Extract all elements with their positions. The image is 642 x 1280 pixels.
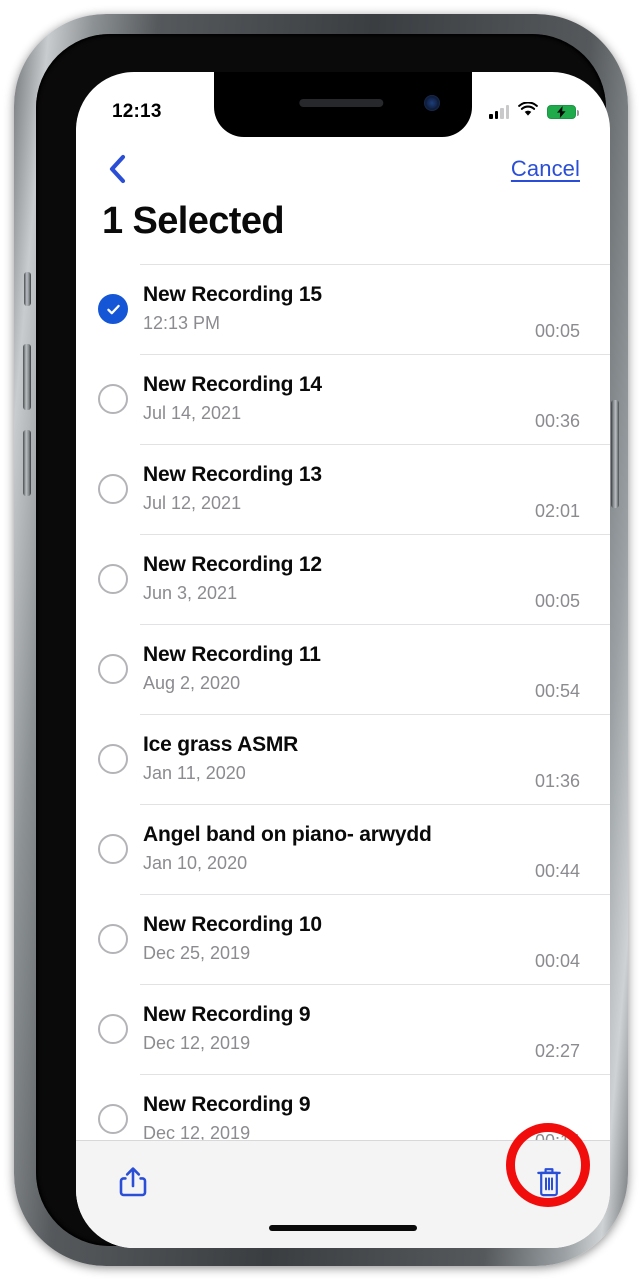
trash-icon	[537, 1168, 561, 1197]
list-item-title: New Recording 9	[143, 1003, 311, 1027]
list-item-title: New Recording 9	[143, 1093, 311, 1117]
list-item-date: Jul 12, 2021	[143, 492, 242, 513]
cellular-signal-icon	[489, 104, 509, 119]
share-icon	[119, 1167, 147, 1197]
back-button[interactable]	[100, 152, 134, 186]
list-item[interactable]: New Recording 11 Aug 2, 2020 00:54	[76, 624, 610, 714]
list-item-text: New Recording 9 Dec 12, 2019	[143, 1092, 525, 1146]
list-item-text: New Recording 14 Jul 14, 2021	[143, 372, 525, 426]
list-item[interactable]: New Recording 13 Jul 12, 2021 02:01	[76, 444, 610, 534]
checkbox-unchecked-icon[interactable]	[98, 384, 128, 414]
checkbox-unchecked-icon[interactable]	[98, 1014, 128, 1044]
list-item[interactable]: Angel band on piano- arwydd Jan 10, 2020 0…	[76, 804, 610, 894]
list-item-duration: 00:44	[534, 861, 580, 881]
list-item-date: Jan 11, 2020	[143, 762, 246, 783]
list-item-date: Dec 25, 2019	[143, 942, 251, 963]
list-item-title: New Recording 11	[143, 643, 321, 667]
list-item-duration: 01:36	[534, 771, 580, 791]
list-item-text: New Recording 9 Dec 12, 2019	[143, 1002, 525, 1056]
cancel-button[interactable]: Cancel	[511, 156, 580, 182]
volume-up-button[interactable]	[23, 344, 31, 410]
list-item-date: 12:13 PM	[143, 312, 221, 333]
chevron-left-icon	[109, 154, 126, 184]
navigation-bar: Cancel	[76, 138, 610, 200]
list-item-duration: 02:01	[534, 501, 580, 521]
list-item-text: New Recording 11 Aug 2, 2020	[143, 642, 525, 696]
list-item-duration: 00:04	[534, 951, 580, 971]
list-item-date: Dec 12, 2019	[143, 1032, 251, 1053]
list-item-title: New Recording 10	[143, 913, 322, 937]
checkbox-checked-icon[interactable]	[98, 294, 128, 324]
volume-down-button[interactable]	[23, 430, 31, 496]
checkbox-unchecked-icon[interactable]	[98, 744, 128, 774]
list-item[interactable]: New Recording 10 Dec 25, 2019 00:04	[76, 894, 610, 984]
checkbox-unchecked-icon[interactable]	[98, 1104, 128, 1134]
list-item-date: Aug 2, 2020	[143, 672, 241, 693]
list-item[interactable]: Ice grass ASMR Jan 11, 2020 01:36	[76, 714, 610, 804]
list-item-text: Ice grass ASMR Jan 11, 2020	[143, 732, 525, 786]
page-title: 1 Selected	[102, 200, 285, 242]
list-item-text: New Recording 15 12:13 PM	[143, 282, 525, 336]
list-item-date: Jan 10, 2020	[143, 852, 248, 873]
front-camera-icon	[424, 95, 440, 111]
status-time: 12:13	[112, 101, 162, 122]
list-item-title: Ice grass ASMR	[143, 733, 299, 757]
battery-charging-icon	[547, 105, 579, 119]
checkbox-unchecked-icon[interactable]	[98, 564, 128, 594]
power-button[interactable]	[611, 400, 619, 508]
list-item[interactable]: New Recording 15 12:13 PM 00:05	[76, 264, 610, 354]
home-indicator[interactable]	[269, 1225, 417, 1231]
mute-switch-button[interactable]	[24, 272, 31, 306]
share-button[interactable]	[110, 1159, 156, 1205]
list-item-title: New Recording 14	[143, 373, 322, 397]
list-item-duration: 00:54	[534, 681, 580, 701]
list-item-duration: 02:27	[534, 1041, 580, 1061]
status-indicators	[489, 101, 579, 122]
list-item-title: Angel band on piano- arwydd	[143, 823, 432, 847]
list-item[interactable]: New Recording 9 Dec 12, 2019 02:27	[76, 984, 610, 1074]
list-item-text: Angel band on piano- arwydd Jan 10, 2020	[143, 822, 525, 876]
list-item-duration: 00:05	[534, 321, 580, 341]
list-item-duration: 00:05	[534, 591, 580, 611]
list-item-date: Jun 3, 2021	[143, 582, 238, 603]
checkbox-unchecked-icon[interactable]	[98, 834, 128, 864]
notch	[214, 72, 472, 137]
list-item[interactable]: New Recording 12 Jun 3, 2021 00:05	[76, 534, 610, 624]
checkbox-unchecked-icon[interactable]	[98, 924, 128, 954]
device-frame: 12:13 Cancel 1 Selected New Recording 15…	[14, 14, 628, 1266]
list-item-text: New Recording 13 Jul 12, 2021	[143, 462, 525, 516]
bottom-toolbar	[76, 1123, 610, 1248]
earpiece-speaker	[299, 99, 384, 107]
list-item[interactable]: New Recording 14 Jul 14, 2021 00:36	[76, 354, 610, 444]
wifi-icon	[518, 101, 538, 122]
delete-button[interactable]	[526, 1159, 572, 1205]
list-item-title: New Recording 13	[143, 463, 322, 487]
list-item-duration: 00:36	[534, 411, 580, 431]
checkbox-unchecked-icon[interactable]	[98, 654, 128, 684]
checkmark-icon	[106, 304, 120, 314]
list-item-title: New Recording 12	[143, 553, 322, 577]
list-item-text: New Recording 10 Dec 25, 2019	[143, 912, 525, 966]
list-item-date: Jul 14, 2021	[143, 402, 242, 423]
checkbox-unchecked-icon[interactable]	[98, 474, 128, 504]
list-item-text: New Recording 12 Jun 3, 2021	[143, 552, 525, 606]
recordings-list[interactable]: New Recording 15 12:13 PM 00:05 New Recordi…	[76, 264, 610, 1248]
list-item-title: New Recording 15	[143, 283, 322, 307]
device-bezel: 12:13 Cancel 1 Selected New Recording 15…	[36, 34, 610, 1248]
device-screen: 12:13 Cancel 1 Selected New Recording 15…	[76, 72, 610, 1248]
